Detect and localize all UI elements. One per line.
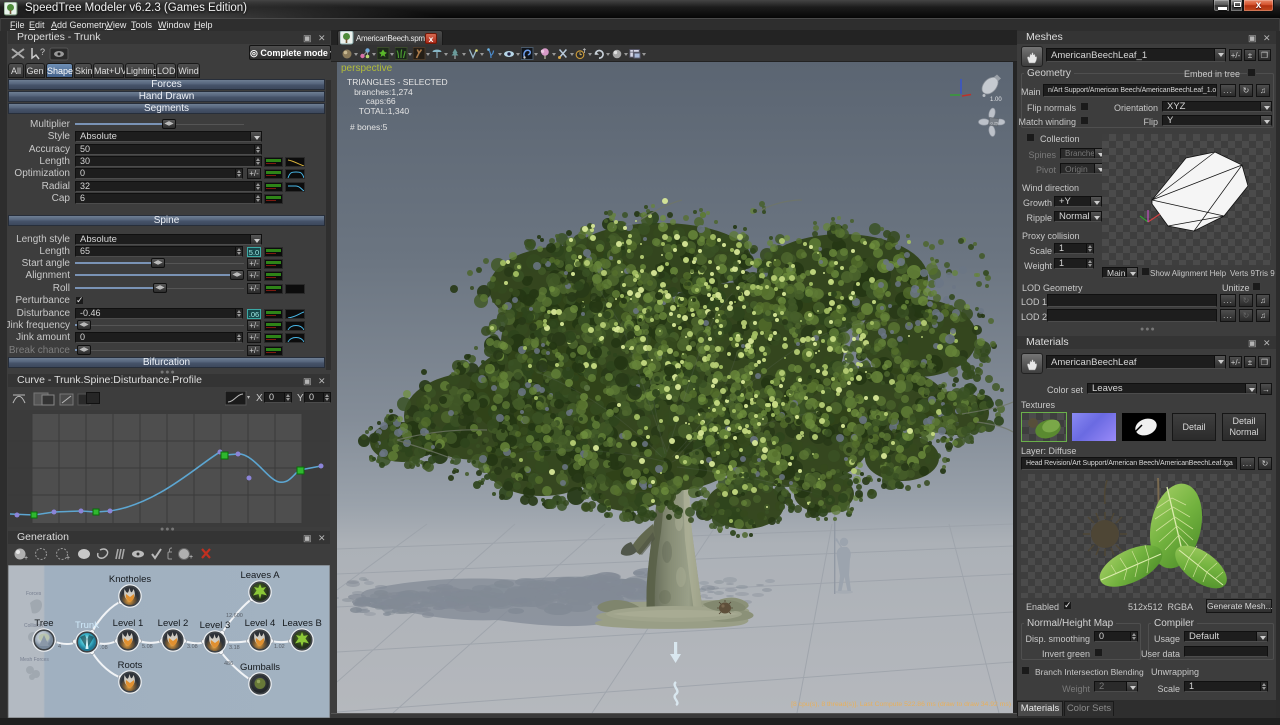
svg-text:3.18: 3.18 — [229, 645, 240, 651]
svg-text:+: + — [66, 555, 70, 562]
svg-text:Tree: Tree — [34, 618, 53, 629]
svg-text:5.08: 5.08 — [142, 644, 153, 650]
svg-text:+: + — [189, 554, 193, 561]
svg-text:.08: .08 — [100, 645, 108, 651]
svg-text:Leaves B: Leaves B — [282, 618, 322, 629]
svg-text:Level 2: Level 2 — [158, 618, 189, 629]
svg-text:?: ? — [40, 47, 45, 57]
svg-text:Gumballs: Gumballs — [240, 662, 280, 673]
svg-text:Level 3: Level 3 — [200, 620, 231, 631]
svg-text:1.02: 1.02 — [274, 644, 285, 650]
svg-text:Leaves A: Leaves A — [240, 570, 280, 581]
svg-text:4: 4 — [58, 644, 61, 650]
svg-text:Level 4: Level 4 — [245, 618, 276, 629]
svg-text:Trunk: Trunk — [75, 620, 99, 631]
svg-text:3.08: 3.08 — [187, 644, 198, 650]
svg-text:12,600: 12,600 — [226, 613, 243, 619]
svg-text:Knotholes: Knotholes — [109, 574, 152, 585]
svg-text:Level 1: Level 1 — [113, 618, 144, 629]
svg-text:486: 486 — [224, 661, 233, 667]
svg-text:+: + — [24, 555, 28, 562]
svg-text:Roots: Roots — [118, 660, 143, 671]
svg-text:Forces: Forces — [26, 591, 42, 597]
svg-text:Mesh Forces: Mesh Forces — [20, 657, 49, 663]
